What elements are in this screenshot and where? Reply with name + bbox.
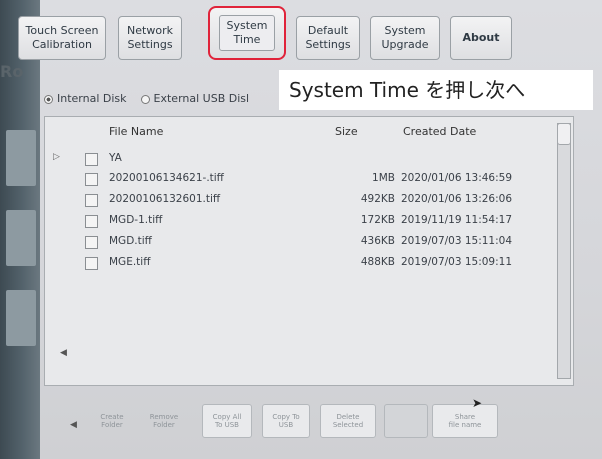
mouse-cursor-icon: ➤ bbox=[472, 396, 483, 410]
file-size: 492KB bbox=[360, 193, 395, 205]
tab-touch-screen-calibration[interactable]: Touch Screen Calibration bbox=[18, 16, 106, 60]
file-date: 2020/01/06 13:26:06 bbox=[401, 193, 513, 205]
file-date: 2020/01/06 13:46:59 bbox=[401, 172, 513, 184]
blank-button[interactable] bbox=[384, 404, 428, 438]
row-checkbox[interactable] bbox=[85, 236, 98, 249]
file-row[interactable]: MGD.tiff 436KB 2019/07/03 15:11:04 bbox=[45, 234, 573, 252]
file-date: 2019/07/03 15:09:11 bbox=[401, 256, 513, 268]
row-checkbox[interactable] bbox=[85, 173, 98, 186]
file-name: 20200106132601.tiff bbox=[109, 193, 221, 205]
file-size: 172KB bbox=[360, 214, 395, 226]
radio-selected-icon bbox=[44, 94, 53, 104]
external-usb-label: External USB Disl bbox=[153, 92, 250, 105]
copy-to-usb-button[interactable]: Copy To USB bbox=[262, 404, 310, 438]
file-name: MGE.tiff bbox=[109, 256, 151, 268]
internal-disk-radio[interactable]: Internal Disk bbox=[44, 92, 127, 105]
side-label: Ro bbox=[0, 62, 24, 81]
file-date: 2019/07/03 15:11:04 bbox=[401, 235, 513, 247]
folder-row[interactable]: ▷ YA bbox=[45, 151, 573, 169]
file-size: 436KB bbox=[360, 235, 395, 247]
folder-name: YA bbox=[109, 152, 122, 164]
column-header-size[interactable]: Size bbox=[335, 125, 358, 138]
expand-arrow-icon[interactable]: ▷ bbox=[53, 152, 60, 162]
tab-default-settings[interactable]: Default Settings bbox=[296, 16, 360, 60]
tab-system-upgrade[interactable]: System Upgrade bbox=[370, 16, 440, 60]
row-checkbox[interactable] bbox=[85, 153, 98, 166]
file-row[interactable]: 20200106132601.tiff 492KB 2020/01/06 13:… bbox=[45, 192, 573, 210]
background-block bbox=[6, 130, 36, 186]
file-name: MGD-1.tiff bbox=[109, 214, 163, 226]
file-size: 488KB bbox=[360, 256, 395, 268]
external-usb-radio[interactable]: External USB Disl bbox=[140, 92, 250, 105]
row-checkbox[interactable] bbox=[85, 215, 98, 228]
file-date: 2019/11/19 11:54:17 bbox=[401, 214, 513, 226]
file-name: MGD.tiff bbox=[109, 235, 152, 247]
file-name: 20200106134621-.tiff bbox=[109, 172, 224, 184]
radio-empty-icon bbox=[140, 94, 150, 104]
row-checkbox[interactable] bbox=[85, 194, 98, 207]
vertical-scrollbar[interactable] bbox=[557, 123, 571, 379]
storage-selector: Internal Disk External USB Disl bbox=[44, 92, 249, 105]
file-action-bar: Create Folder Remove Folder Copy All To … bbox=[66, 404, 566, 444]
column-header-created-date[interactable]: Created Date bbox=[403, 125, 476, 138]
create-folder-button[interactable]: Create Folder bbox=[92, 404, 132, 438]
file-list-panel: File Name Size Created Date ▷ YA 2020010… bbox=[44, 116, 574, 386]
background-block bbox=[6, 290, 36, 346]
share-file-name-button[interactable]: Share file name bbox=[432, 404, 498, 438]
background-block bbox=[6, 210, 36, 266]
copy-all-to-usb-button[interactable]: Copy All To USB bbox=[202, 404, 252, 438]
internal-disk-label: Internal Disk bbox=[57, 92, 127, 105]
settings-tab-bar: Touch Screen Calibration Network Setting… bbox=[18, 6, 578, 60]
tab-system-time-label: System Time bbox=[219, 15, 275, 51]
delete-selected-button[interactable]: Delete Selected bbox=[320, 404, 376, 438]
column-header-file-name[interactable]: File Name bbox=[109, 125, 163, 138]
row-checkbox[interactable] bbox=[85, 257, 98, 270]
file-row[interactable]: MGE.tiff 488KB 2019/07/03 15:09:11 bbox=[45, 255, 573, 273]
tab-about[interactable]: About bbox=[450, 16, 512, 60]
tab-system-time[interactable]: System Time bbox=[208, 6, 286, 60]
remove-folder-button[interactable]: Remove Folder bbox=[142, 404, 186, 438]
instruction-caption: System Time を押し次へ bbox=[279, 70, 593, 110]
file-row[interactable]: MGD-1.tiff 172KB 2019/11/19 11:54:17 bbox=[45, 213, 573, 231]
scroll-left-arrow-icon[interactable]: ◀ bbox=[60, 348, 67, 358]
scroll-up-button[interactable] bbox=[557, 123, 571, 145]
file-row[interactable]: 20200106134621-.tiff 1MB 2020/01/06 13:4… bbox=[45, 171, 573, 189]
tab-network-settings[interactable]: Network Settings bbox=[118, 16, 182, 60]
file-size: 1MB bbox=[372, 172, 395, 184]
